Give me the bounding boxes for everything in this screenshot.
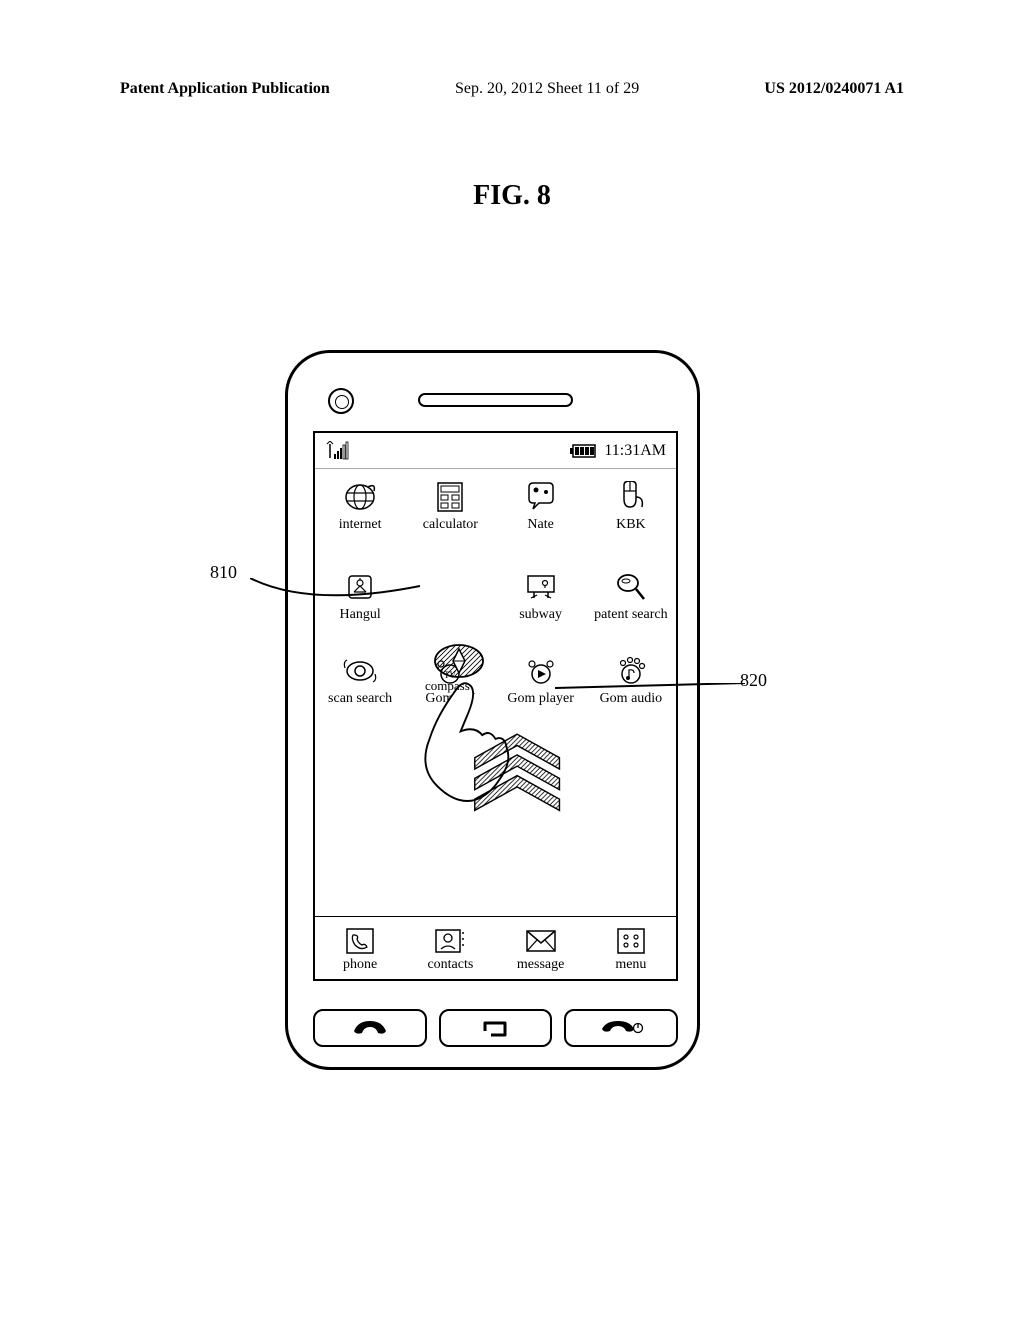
figure-title: FIG. 8 bbox=[473, 180, 551, 212]
app-label: KBK bbox=[616, 517, 646, 533]
header-left: Patent Application Publication bbox=[120, 80, 330, 98]
calculator-icon bbox=[436, 481, 464, 513]
end-call-button[interactable] bbox=[564, 1009, 678, 1047]
hardware-buttons bbox=[313, 1009, 678, 1047]
paw-note-icon bbox=[614, 656, 648, 686]
dock: phone contacts bbox=[315, 916, 676, 979]
dock-label: menu bbox=[615, 957, 646, 973]
app-patent-search[interactable]: patent search bbox=[588, 569, 673, 623]
status-time: 11:31AM bbox=[604, 442, 666, 460]
dock-label: phone bbox=[343, 957, 377, 973]
app-label: Hangul bbox=[340, 607, 381, 623]
call-button[interactable] bbox=[313, 1009, 427, 1047]
document-badge-icon bbox=[345, 572, 375, 602]
callout-820: 820 bbox=[740, 670, 767, 691]
app-gom-player[interactable]: Gom player bbox=[498, 653, 583, 707]
paw-play-icon bbox=[524, 656, 558, 686]
dock-label: message bbox=[517, 957, 564, 973]
app-nate[interactable]: Nate bbox=[498, 479, 583, 533]
call-handset-icon bbox=[350, 1019, 390, 1037]
compass-icon[interactable] bbox=[433, 643, 485, 679]
app-gom-audio[interactable]: Gom audio bbox=[588, 653, 673, 707]
app-label: Nate bbox=[527, 517, 553, 533]
app-subway[interactable]: subway bbox=[498, 569, 583, 623]
app-grid: internet calculator bbox=[315, 469, 676, 707]
app-hangul[interactable]: Hangul bbox=[318, 569, 403, 623]
app-label: subway bbox=[519, 607, 562, 623]
app-label: Gom audio bbox=[600, 691, 663, 707]
back-arrow-box-icon bbox=[481, 1017, 511, 1039]
magnifier-icon bbox=[614, 571, 648, 603]
compass-label: compass bbox=[425, 678, 470, 694]
signal-icon bbox=[325, 441, 355, 461]
envelope-icon bbox=[525, 929, 557, 953]
chat-bubble-icon bbox=[523, 481, 559, 513]
menu-dots-icon bbox=[616, 927, 646, 955]
end-call-icon bbox=[598, 1019, 644, 1037]
dock-phone[interactable]: phone bbox=[318, 925, 403, 973]
globe-icon bbox=[342, 481, 378, 513]
speaker-grille bbox=[418, 393, 573, 407]
app-calculator[interactable]: calculator bbox=[408, 479, 493, 533]
app-label: Gom player bbox=[507, 691, 573, 707]
home-button[interactable] bbox=[439, 1009, 553, 1047]
page-header: Patent Application Publication Sep. 20, … bbox=[0, 80, 1024, 98]
eye-scan-icon bbox=[343, 656, 377, 686]
contacts-icon bbox=[434, 927, 466, 955]
phone-screen[interactable]: 11:31AM internet bbox=[313, 431, 678, 981]
phone-body: 11:31AM internet bbox=[285, 350, 700, 1070]
app-label: scan search bbox=[328, 691, 392, 707]
battery-icon bbox=[570, 443, 600, 459]
mouse-icon bbox=[614, 481, 648, 513]
callout-810: 810 bbox=[210, 562, 237, 583]
app-scan-search[interactable]: scan search bbox=[318, 653, 403, 707]
header-mid: Sep. 20, 2012 Sheet 11 of 29 bbox=[455, 80, 639, 98]
app-internet[interactable]: internet bbox=[318, 479, 403, 533]
app-kbk[interactable]: KBK bbox=[588, 479, 673, 533]
app-empty-slot bbox=[408, 569, 493, 623]
dock-contacts[interactable]: contacts bbox=[408, 925, 493, 973]
phone-box-icon bbox=[345, 927, 375, 955]
app-label: internet bbox=[339, 517, 382, 533]
header-right: US 2012/0240071 A1 bbox=[764, 80, 904, 98]
dock-label: contacts bbox=[427, 957, 473, 973]
presentation-icon bbox=[524, 572, 558, 602]
dock-message[interactable]: message bbox=[498, 925, 583, 973]
app-label: patent search bbox=[594, 607, 667, 623]
app-label: calculator bbox=[423, 517, 478, 533]
camera-icon bbox=[328, 388, 354, 414]
dock-menu[interactable]: menu bbox=[588, 925, 673, 973]
status-bar: 11:31AM bbox=[315, 433, 676, 469]
